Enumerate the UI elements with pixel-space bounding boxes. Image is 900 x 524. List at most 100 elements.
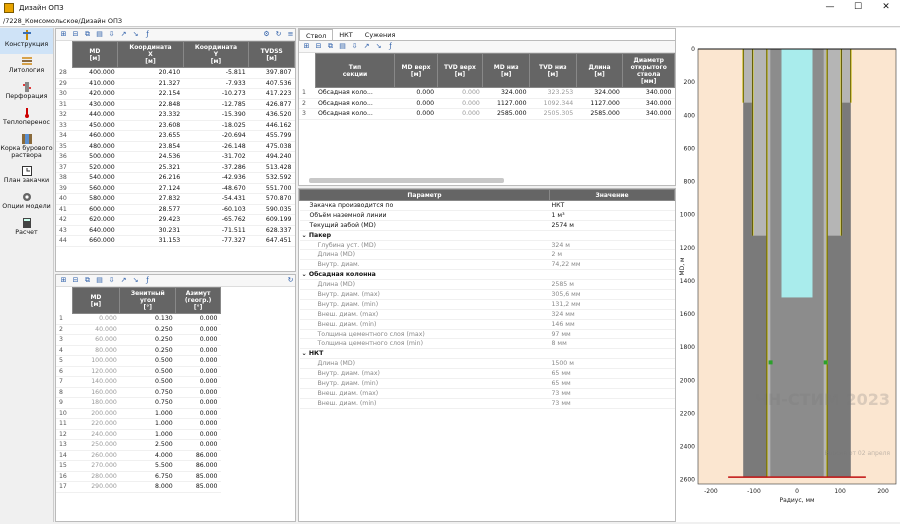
table-cell[interactable]: 1127.000 (576, 98, 623, 109)
table-cell[interactable]: 8.000 (119, 481, 176, 493)
table-cell[interactable]: 240.000 (72, 429, 120, 440)
table-cell[interactable]: Обсадная коло... (315, 98, 395, 109)
table-cell[interactable]: 85.000 (175, 471, 221, 482)
table-cell[interactable]: 23.655 (117, 130, 184, 142)
param-row[interactable]: Длина (MD) 2 м (299, 249, 675, 261)
inclination-row[interactable]: 11 220.000 1.000 0.000 (56, 418, 221, 430)
nav-opcii[interactable]: Опции модели (0, 190, 53, 216)
table-cell[interactable]: -31.702 (183, 151, 249, 163)
param-row[interactable]: Текущий забой (MD) 2574 м (299, 220, 675, 231)
nav-teploperenos[interactable]: Теплоперенос (0, 106, 53, 132)
table-cell[interactable]: -7.933 (183, 78, 249, 89)
table-cell[interactable]: 324.000 (482, 87, 530, 99)
table-cell[interactable]: 27.832 (117, 193, 184, 205)
table-cell[interactable]: 0.500 (119, 376, 176, 388)
trajectory-row[interactable]: 40 580.000 27.832 -54.431 570.870 (56, 193, 295, 205)
table-cell[interactable]: 1.000 (119, 408, 176, 419)
param-value[interactable]: 1500 м (549, 358, 675, 370)
inclination-row[interactable]: 12 240.000 1.000 0.000 (56, 429, 221, 440)
table-cell[interactable]: -10.273 (183, 88, 249, 100)
trajectory-row[interactable]: 36 500.000 24.536 -31.702 494.240 (56, 151, 295, 163)
table-cell[interactable]: 2505.305 (529, 108, 577, 120)
param-row[interactable]: Длина (MD) 2585 м (299, 279, 675, 291)
trajectory-row[interactable]: 31 430.000 22.848 -12.785 426.877 (56, 99, 295, 110)
tab-suzheniya[interactable]: Сужения (359, 29, 402, 40)
trajectory-row[interactable]: 41 600.000 28.577 -60.103 590.035 (56, 204, 295, 215)
param-row[interactable]: ⌄ Обсадная колонна (299, 269, 675, 281)
param-row[interactable]: Длина (MD) 1500 м (299, 358, 675, 370)
param-value[interactable]: 324 мм (549, 309, 675, 320)
chart-icon[interactable]: ↗ (119, 276, 128, 285)
table-cell[interactable]: -42.936 (183, 172, 249, 184)
param-value[interactable]: 1 м³ (549, 210, 675, 221)
inclination-row[interactable]: 3 60.000 0.250 0.000 (56, 334, 221, 346)
trajectory-row[interactable]: 28 400.000 20.410 -5.811 397.807 (56, 67, 295, 79)
tab-stvol[interactable]: Ствол (299, 29, 334, 40)
table-cell[interactable]: 100.000 (72, 355, 120, 367)
table-cell[interactable]: 0.000 (175, 345, 221, 356)
paste-icon[interactable]: ▤ (338, 42, 347, 51)
chart2-icon[interactable]: ↘ (131, 30, 140, 39)
trajectory-row[interactable]: 29 410.000 21.327 -7.933 407.536 (56, 78, 295, 89)
add-row-icon[interactable]: ⊞ (302, 42, 311, 51)
table-cell[interactable]: 500.000 (72, 151, 118, 163)
table-cell[interactable]: -37.286 (183, 162, 249, 173)
table-cell[interactable]: -60.103 (183, 204, 249, 215)
nav-raschet[interactable]: Расчет (0, 216, 53, 242)
table-cell[interactable]: 30.231 (117, 225, 184, 236)
param-row[interactable]: Толщина цементного слоя (min) 8 мм (299, 338, 675, 350)
table-cell[interactable]: 160.000 (72, 387, 120, 398)
export-icon[interactable]: ⇩ (107, 30, 116, 39)
nav-plan-zakachki[interactable]: План закачки (0, 164, 53, 190)
function-icon[interactable]: ƒ (386, 42, 395, 51)
table-cell[interactable]: 2.500 (119, 439, 176, 451)
table-cell[interactable]: 0.750 (119, 397, 176, 409)
table-cell[interactable]: 25.321 (117, 162, 184, 173)
table-cell[interactable]: 450.000 (72, 120, 118, 131)
table-cell[interactable]: 0.000 (394, 98, 438, 109)
table-cell[interactable]: 0.000 (394, 108, 438, 120)
table-cell[interactable]: 0.500 (119, 366, 176, 377)
table-cell[interactable]: 560.000 (72, 183, 118, 194)
table-cell[interactable]: 436.520 (248, 109, 295, 121)
trajectory-row[interactable]: 33 450.000 23.608 -18.025 446.162 (56, 120, 295, 131)
section-row[interactable]: 3 Обсадная коло... 0.000 0.000 2585.000 2505.… (299, 108, 675, 120)
table-cell[interactable]: -48.670 (183, 183, 249, 194)
table-cell[interactable]: -5.811 (183, 67, 249, 79)
param-row[interactable]: Внутр. диам. 74,22 мм (299, 259, 675, 271)
param-row[interactable]: Объём наземной линии 1 м³ (299, 210, 675, 221)
param-value[interactable]: 73 мм (549, 388, 675, 399)
table-cell[interactable]: 600.000 (72, 204, 118, 215)
add-row-icon[interactable]: ⊞ (59, 276, 68, 285)
table-cell[interactable]: 640.000 (72, 225, 118, 236)
chart2-icon[interactable]: ↘ (374, 42, 383, 51)
table-cell[interactable]: 475.038 (248, 141, 295, 152)
param-row[interactable]: Толщина цементного слоя (max) 97 мм (299, 329, 675, 340)
table-cell[interactable]: 26.216 (117, 172, 184, 184)
table-cell[interactable]: -77.327 (183, 235, 249, 247)
param-value[interactable]: 131,2 мм (549, 299, 675, 310)
table-cell[interactable]: 590.035 (248, 204, 295, 215)
table-cell[interactable]: 0.000 (175, 429, 221, 440)
minimize-button[interactable]: — (816, 0, 844, 15)
param-row[interactable]: Внутр. диам. (max) 65 мм (299, 368, 675, 380)
param-value[interactable]: 305,6 мм (549, 289, 675, 300)
param-value[interactable]: 2585 м (549, 279, 675, 291)
close-button[interactable]: ✕ (872, 0, 900, 15)
table-cell[interactable]: 480.000 (72, 141, 118, 152)
param-value[interactable] (549, 269, 675, 281)
table-cell[interactable]: 290.000 (72, 481, 120, 493)
param-row[interactable]: Внеш. диам. (min) 146 мм (299, 319, 675, 330)
table-cell[interactable]: 0.000 (175, 408, 221, 419)
table-cell[interactable]: 660.000 (72, 235, 118, 247)
table-cell[interactable]: 60.000 (72, 334, 120, 346)
param-value[interactable]: 324 м (549, 240, 675, 251)
param-value[interactable]: 65 мм (549, 378, 675, 389)
table-cell[interactable]: 24.536 (117, 151, 184, 163)
param-value[interactable]: 8 мм (549, 338, 675, 350)
table-cell[interactable]: -26.148 (183, 141, 249, 152)
table-cell[interactable]: 520.000 (72, 162, 118, 173)
table-cell[interactable]: 28.577 (117, 204, 184, 215)
refresh-icon[interactable]: ↻ (286, 276, 295, 285)
param-value[interactable]: НКТ (549, 200, 675, 211)
